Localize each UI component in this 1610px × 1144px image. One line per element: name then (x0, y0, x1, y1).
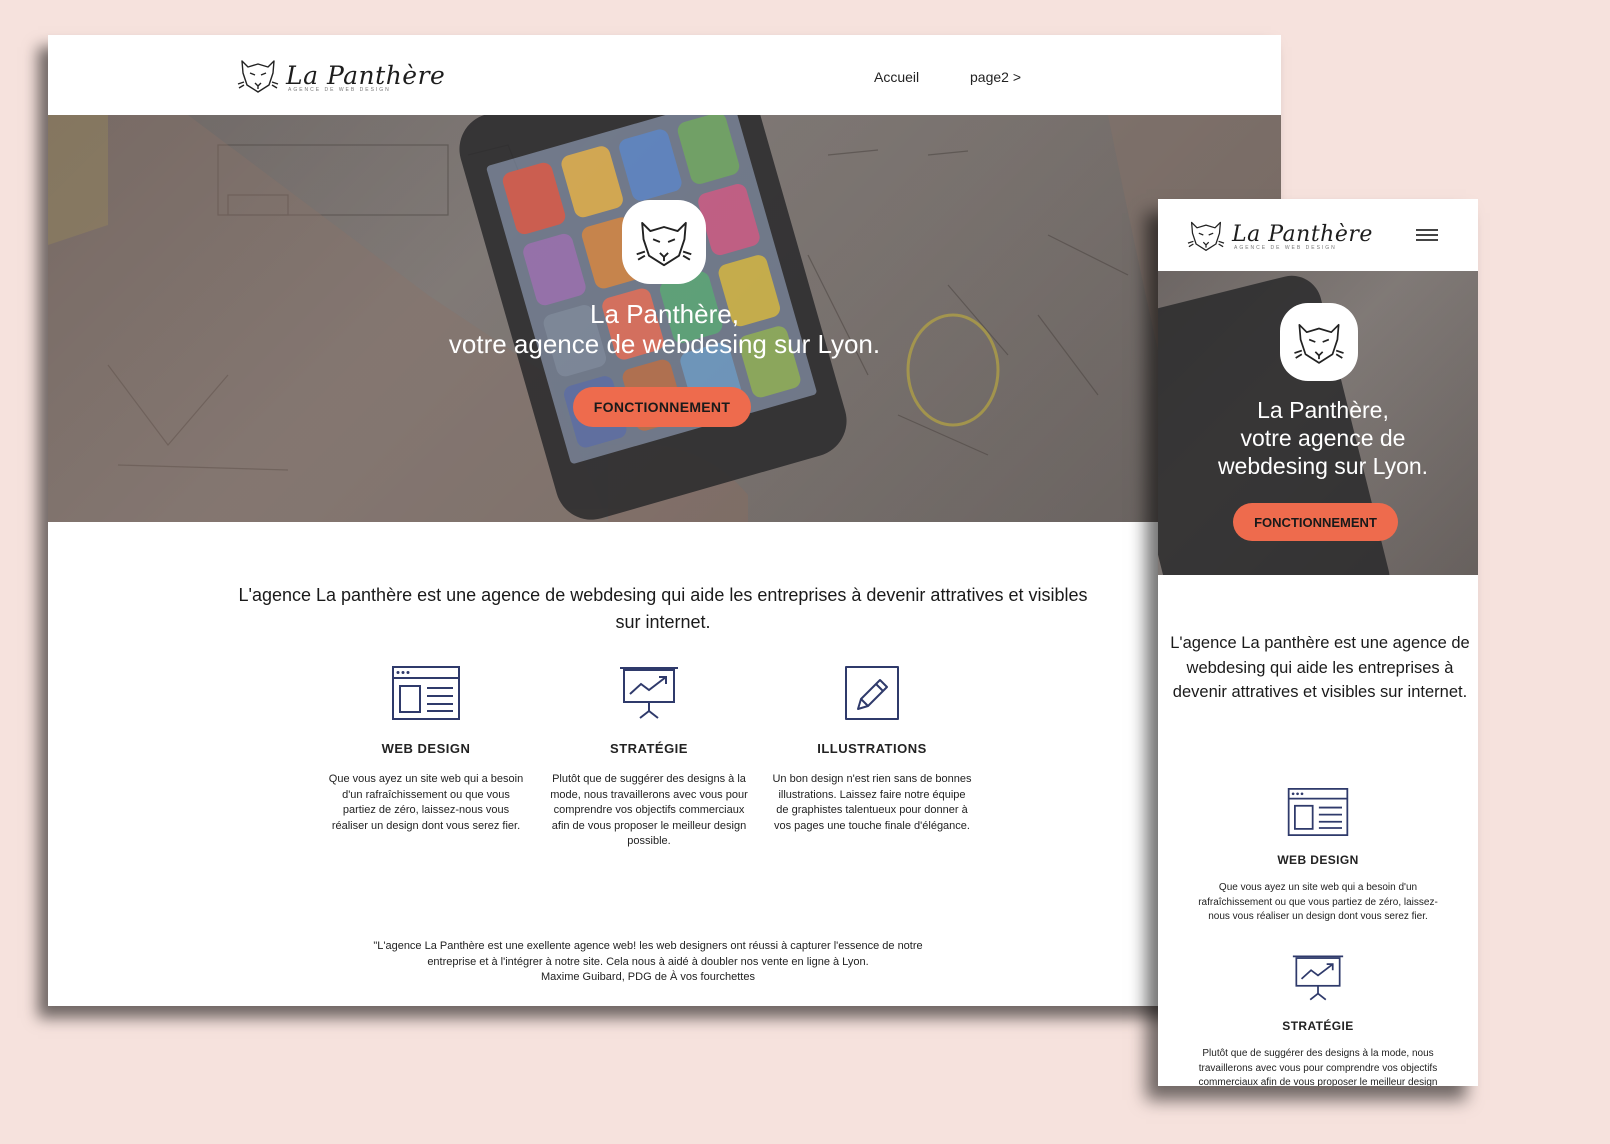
logo-tagline: AGENCE DE WEB DESIGN (288, 86, 391, 93)
panther-logo-icon (1187, 221, 1225, 251)
service-title: WEB DESIGN (1277, 853, 1359, 867)
service-description: Que vous ayez un site web qui a besoin d… (1198, 882, 1438, 922)
mobile-hero-title-line3: webdesing sur Lyon. (1217, 453, 1429, 479)
mobile-site-logo[interactable]: La Panthère AGENCE DE WEB DESIGN (1186, 217, 1373, 253)
nav-accueil-link[interactable]: Accueil (874, 69, 919, 85)
service-description: Plutôt que de suggérer des designs à la … (1198, 1048, 1438, 1086)
mobile-service-strategie: STRATÉGIE Plutôt que de suggérer des des… (1188, 951, 1448, 1086)
mobile-mockup: La Panthère AGENCE DE WEB DESIGN La Pant… (1158, 199, 1478, 1086)
browser-window-icon (1287, 788, 1349, 836)
desktop-mockup: La Panthère AGENCE DE WEB DESIGN Accueil… (48, 35, 1281, 1006)
service-illustrations: ILLUSTRATIONS Un bon design n'est rien s… (772, 663, 972, 834)
testimonial-author: Maxime Guibard, PDG de À vos fourchettes (541, 971, 755, 983)
service-web-design: WEB DESIGN Que vous ayez un site web qui… (326, 663, 526, 834)
mobile-hero-title-line2: votre agence de (1240, 425, 1406, 451)
presentation-chart-icon (1292, 955, 1344, 1001)
service-title: ILLUSTRATIONS (817, 741, 927, 756)
presentation-chart-icon (620, 667, 678, 719)
site-header: La Panthère AGENCE DE WEB DESIGN Accueil… (48, 35, 1281, 115)
testimonial: "L'agence La Panthère est une exellente … (348, 939, 948, 986)
hero-section: La Panthère, votre agence de webdesing s… (48, 115, 1281, 522)
mobile-service-web-design: WEB DESIGN Que vous ayez un site web qui… (1188, 785, 1448, 925)
mobile-hero-section: La Panthère, votre agence de webdesing s… (1158, 271, 1478, 575)
intro-text: L'agence La panthère est une agence de w… (238, 585, 1088, 632)
panther-logo-icon (237, 60, 279, 93)
hero-panther-badge (1280, 303, 1358, 381)
service-description: Un bon design n'est rien sans de bonnes … (772, 773, 972, 832)
mobile-fonctionnement-button[interactable]: FONCTIONNEMENT (1233, 503, 1398, 541)
hero-title-line2: votre agence de webdesing sur Lyon. (448, 329, 881, 359)
service-description: Que vous ayez un site web qui a besoin d… (328, 773, 524, 832)
nav-page2-link[interactable]: page2 > (970, 69, 1021, 85)
mobile-hero-title-line1: La Panthère, (1257, 397, 1389, 423)
logo-name: La Panthère (286, 60, 446, 90)
mobile-intro-text: L'agence La panthère est une agence de w… (1170, 634, 1470, 701)
service-description: Plutôt que de suggérer des designs à la … (550, 773, 748, 847)
pencil-square-icon (845, 666, 899, 720)
service-title: STRATÉGIE (610, 741, 688, 756)
hero-panther-badge (622, 200, 706, 284)
service-strategie: STRATÉGIE Plutôt que de suggérer des des… (549, 663, 749, 850)
panther-head-icon (1294, 323, 1344, 364)
service-title: STRATÉGIE (1282, 1019, 1354, 1033)
mobile-header: La Panthère AGENCE DE WEB DESIGN (1158, 199, 1478, 271)
testimonial-quote-line2: entreprise et à l'intégrer à notre site.… (427, 955, 869, 968)
logo-tagline: AGENCE DE WEB DESIGN (1234, 245, 1337, 251)
logo-name: La Panthère (1232, 222, 1373, 247)
mobile-hero-title: La Panthère, votre agence de webdesing s… (1178, 396, 1468, 480)
fonctionnement-button[interactable]: FONCTIONNEMENT (573, 387, 751, 427)
hero-title: La Panthère, votre agence de webdesing s… (48, 299, 1281, 359)
hamburger-menu-icon[interactable] (1416, 229, 1438, 241)
service-title: WEB DESIGN (381, 741, 471, 756)
testimonial-quote-line1: "L'agence La Panthère est une exellente … (373, 940, 923, 952)
hero-title-line1: La Panthère, (590, 299, 739, 329)
browser-window-icon (392, 666, 460, 720)
site-logo[interactable]: La Panthère AGENCE DE WEB DESIGN (236, 55, 445, 95)
panther-head-icon (636, 221, 692, 267)
